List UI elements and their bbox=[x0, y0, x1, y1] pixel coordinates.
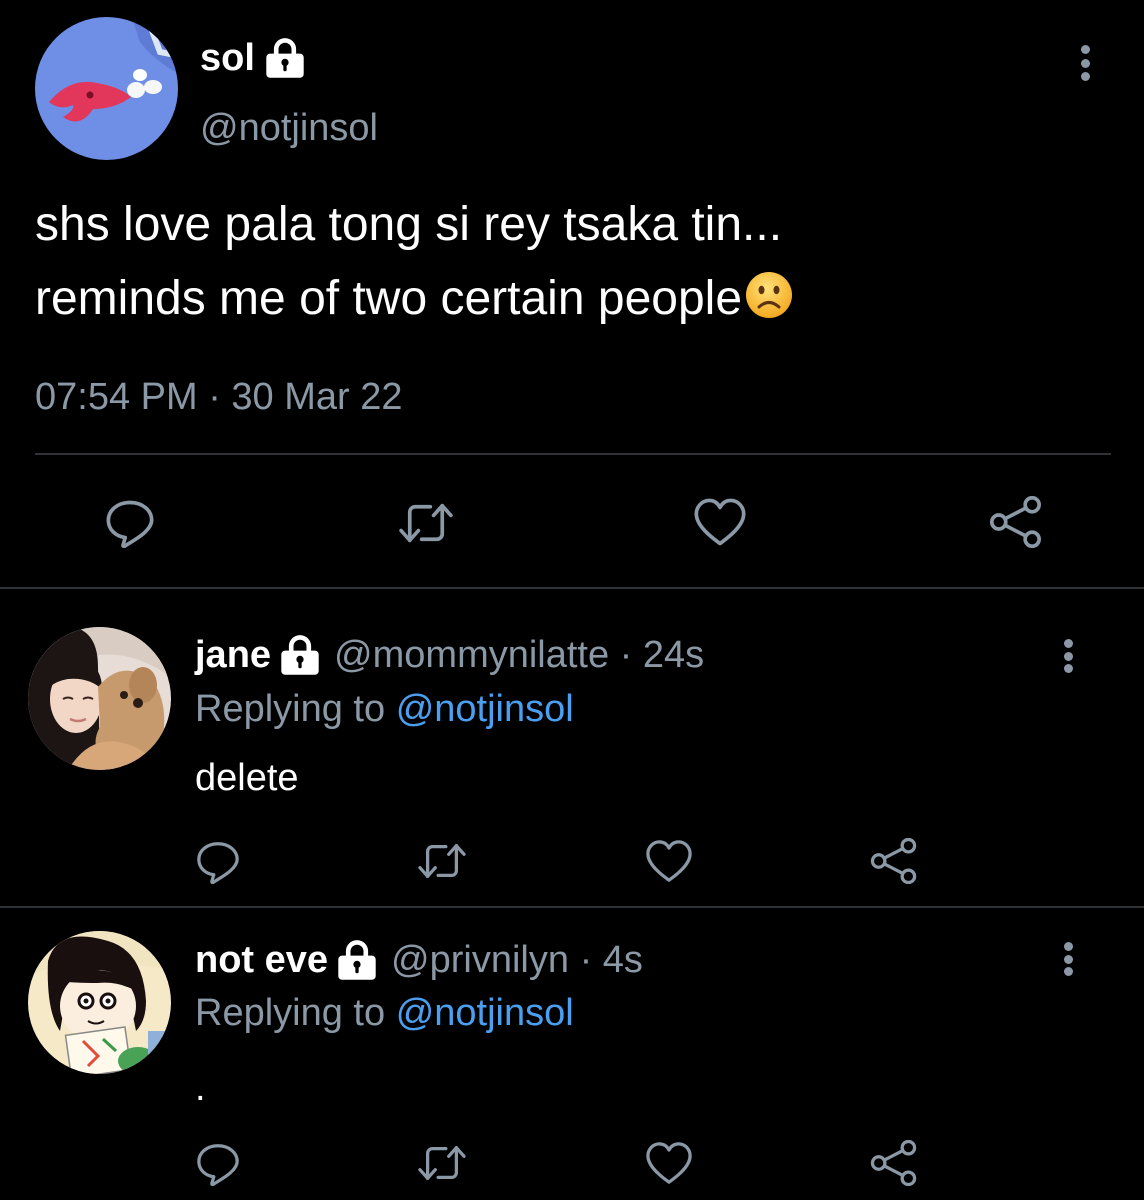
divider bbox=[0, 906, 1144, 908]
replying-to-label: Replying to bbox=[195, 992, 386, 1034]
reply-header: jane @mommynilatte · 24s bbox=[195, 632, 704, 678]
avatar[interactable] bbox=[35, 17, 178, 160]
replying-to: Replying to @notjinsol bbox=[195, 686, 574, 732]
author-name[interactable]: sol bbox=[200, 35, 307, 81]
retweet-button[interactable] bbox=[410, 1140, 474, 1186]
like-button[interactable] bbox=[690, 494, 750, 550]
share-icon bbox=[869, 1140, 919, 1186]
retweet-icon bbox=[394, 497, 458, 549]
lock-icon bbox=[278, 633, 322, 677]
author-handle-and-time[interactable]: @privnilyn · 4s bbox=[391, 937, 643, 983]
tweet-text: shs love pala tong si rey tsaka tin... r… bbox=[35, 188, 1115, 336]
replying-to-mention[interactable]: @notjinsol bbox=[396, 992, 574, 1034]
more-options-icon[interactable] bbox=[1075, 45, 1095, 81]
retweet-button[interactable] bbox=[410, 838, 474, 884]
reply-text: delete bbox=[195, 757, 299, 799]
like-icon bbox=[644, 1140, 694, 1186]
timestamp[interactable]: 07:54 PM · 30 Mar 22 bbox=[35, 374, 403, 420]
share-icon bbox=[869, 838, 919, 884]
lock-icon bbox=[263, 36, 307, 80]
tweet-text-line2: reminds me of two certain people bbox=[35, 272, 743, 325]
avatar[interactable] bbox=[28, 931, 171, 1074]
divider bbox=[35, 453, 1111, 455]
share-button[interactable] bbox=[986, 494, 1046, 550]
share-icon bbox=[988, 496, 1044, 548]
reply-icon bbox=[195, 838, 241, 884]
reply-header: not eve @privnilyn · 4s bbox=[195, 937, 643, 983]
like-button[interactable] bbox=[643, 1138, 695, 1188]
reply-button[interactable] bbox=[192, 1138, 244, 1188]
author-name[interactable]: jane bbox=[195, 632, 271, 678]
more-options-icon[interactable] bbox=[1058, 639, 1078, 673]
reply-icon bbox=[195, 1140, 241, 1186]
reply-text: . bbox=[195, 1067, 206, 1109]
replying-to-mention[interactable]: @notjinsol bbox=[396, 688, 574, 730]
author-name-text[interactable]: sol bbox=[200, 35, 255, 81]
reply-icon bbox=[104, 496, 156, 548]
retweet-button[interactable] bbox=[392, 497, 460, 549]
tweet-text-line1: shs love pala tong si rey tsaka tin... bbox=[35, 198, 783, 251]
like-icon bbox=[692, 496, 748, 548]
share-button[interactable] bbox=[868, 1138, 920, 1188]
retweet-icon bbox=[414, 1140, 470, 1186]
like-icon bbox=[644, 838, 694, 884]
reply-button[interactable] bbox=[192, 836, 244, 886]
share-button[interactable] bbox=[868, 836, 920, 886]
retweet-icon bbox=[414, 838, 470, 884]
frowning-face-emoji-icon bbox=[746, 272, 793, 318]
like-button[interactable] bbox=[643, 836, 695, 886]
replying-to-label: Replying to bbox=[195, 688, 386, 730]
replying-to: Replying to @notjinsol bbox=[195, 990, 574, 1036]
author-handle[interactable]: @notjinsol bbox=[200, 105, 378, 151]
author-handle-and-time[interactable]: @mommynilatte · 24s bbox=[334, 632, 704, 678]
reply-button[interactable] bbox=[100, 494, 160, 550]
avatar[interactable] bbox=[28, 627, 171, 770]
more-options-icon[interactable] bbox=[1058, 942, 1078, 976]
divider bbox=[0, 587, 1144, 589]
lock-icon bbox=[335, 938, 379, 982]
author-name[interactable]: not eve bbox=[195, 937, 328, 983]
